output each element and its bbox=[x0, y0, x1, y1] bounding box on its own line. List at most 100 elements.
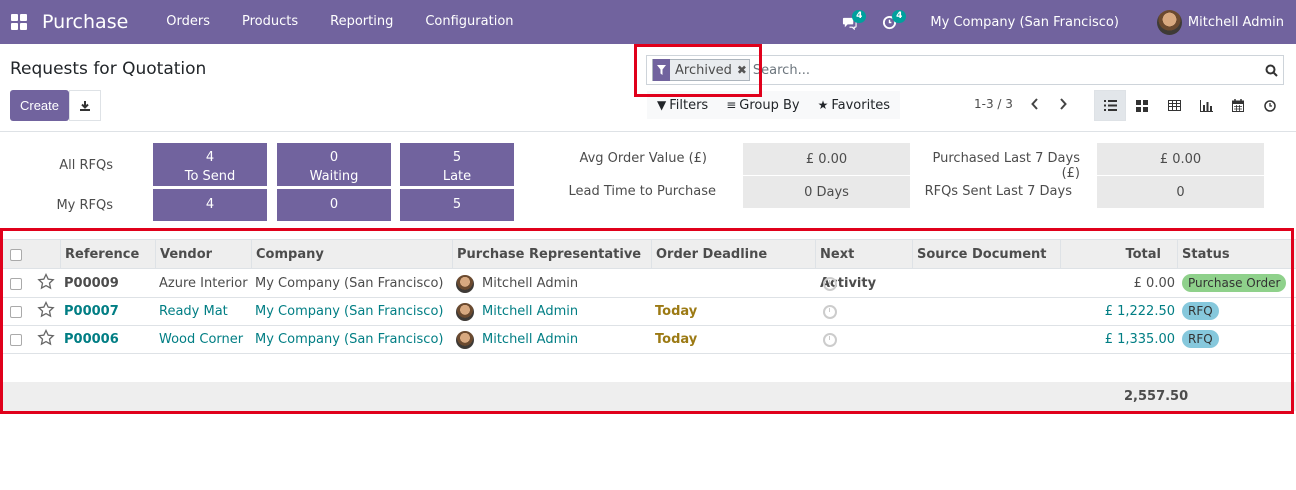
column-vendor[interactable]: Vendor bbox=[155, 240, 252, 269]
column-reference[interactable]: Reference bbox=[60, 240, 156, 269]
search-bar: Archived ✖ bbox=[646, 55, 1284, 85]
representative-name: Mitchell Admin bbox=[482, 276, 579, 291]
rfq-dashboard: All RFQs My RFQs 4 To Send 0 Waiting 5 L… bbox=[0, 132, 1296, 228]
cell-total: £ 1,335.00 bbox=[1104, 332, 1175, 347]
download-icon bbox=[80, 100, 90, 111]
download-button[interactable] bbox=[69, 90, 101, 121]
control-panel: Requests for Quotation Create Archived ✖… bbox=[0, 44, 1296, 132]
list-view-icon[interactable] bbox=[1094, 90, 1126, 121]
column-source-document[interactable]: Source Document bbox=[912, 240, 1061, 269]
cell-company: My Company (San Francisco) bbox=[255, 332, 444, 347]
create-button[interactable]: Create bbox=[10, 90, 69, 121]
tile-my-late[interactable]: 5 bbox=[400, 189, 514, 221]
tile-to-send[interactable]: 4 To Send bbox=[153, 143, 267, 186]
footer-total: 2,557.50 bbox=[1124, 389, 1189, 404]
search-facet-archived[interactable]: Archived ✖ bbox=[652, 59, 750, 81]
my-rfqs-label: My RFQs bbox=[56, 198, 113, 213]
avg-order-value: £ 0.00 bbox=[743, 143, 910, 175]
company-switcher[interactable]: My Company (San Francisco) bbox=[930, 15, 1118, 30]
graph-view-icon[interactable] bbox=[1190, 90, 1222, 121]
table-row[interactable]: P00006 Wood Corner My Company (San Franc… bbox=[0, 326, 1296, 354]
avatar bbox=[456, 302, 474, 321]
cell-reference: P00006 bbox=[64, 332, 119, 347]
search-input[interactable] bbox=[752, 62, 1259, 78]
cell-vendor: Wood Corner bbox=[159, 332, 244, 347]
group-by-icon: ≡ bbox=[726, 98, 737, 112]
menu-reporting[interactable]: Reporting bbox=[314, 0, 409, 44]
cell-company: My Company (San Francisco) bbox=[255, 276, 444, 291]
group-by-label: Group By bbox=[739, 97, 800, 113]
tile-count: 4 bbox=[205, 150, 215, 165]
favorites-label: Favorites bbox=[831, 97, 891, 113]
column-next-activity[interactable]: Next Activity bbox=[815, 240, 913, 291]
star-icon[interactable] bbox=[37, 329, 55, 347]
lead-time-label: Lead Time to Purchase bbox=[568, 184, 716, 199]
cell-vendor: Ready Mat bbox=[159, 304, 228, 319]
pivot-view-icon[interactable] bbox=[1158, 90, 1190, 121]
user-avatar bbox=[1156, 9, 1182, 35]
activity-clock-icon[interactable] bbox=[823, 333, 837, 347]
main-menu: Orders Products Reporting Configuration bbox=[150, 0, 529, 44]
avg-order-value-label: Avg Order Value (£) bbox=[579, 151, 707, 166]
representative-name: Mitchell Admin bbox=[482, 304, 579, 319]
purchased-last-7-days-value: £ 0.00 bbox=[1097, 143, 1264, 175]
activities-button[interactable]: 4 bbox=[878, 0, 907, 44]
group-by-dropdown[interactable]: ≡ Group By bbox=[726, 98, 799, 113]
search-icon[interactable] bbox=[1259, 56, 1283, 84]
kanban-view-icon[interactable] bbox=[1126, 90, 1158, 121]
cell-representative: Mitchell Admin bbox=[452, 270, 578, 298]
pager-value[interactable]: 1-3 / 3 bbox=[974, 97, 1013, 111]
avatar bbox=[456, 330, 474, 349]
cell-source-document bbox=[912, 298, 916, 326]
star-icon[interactable] bbox=[37, 273, 55, 291]
table-row[interactable]: P00009 Azure Interior My Company (San Fr… bbox=[0, 270, 1296, 298]
cell-order-deadline: Today bbox=[655, 304, 698, 319]
pager-next-icon[interactable] bbox=[1055, 96, 1071, 112]
row-checkbox[interactable] bbox=[10, 306, 22, 318]
tile-label: Late bbox=[442, 169, 472, 184]
menu-products[interactable]: Products bbox=[226, 0, 314, 44]
messages-button[interactable]: 4 bbox=[838, 0, 867, 44]
column-status[interactable]: Status bbox=[1177, 240, 1296, 269]
favorites-dropdown[interactable]: ★ Favorites bbox=[818, 98, 891, 113]
user-name: Mitchell Admin bbox=[1187, 14, 1284, 30]
activity-view-icon[interactable] bbox=[1254, 90, 1286, 121]
cell-order-deadline bbox=[651, 270, 655, 298]
activity-clock-icon[interactable] bbox=[823, 277, 837, 291]
star-icon[interactable] bbox=[37, 301, 55, 319]
app-name[interactable]: Purchase bbox=[42, 11, 128, 33]
facet-label: Archived bbox=[675, 62, 732, 78]
tile-label: Waiting bbox=[309, 169, 359, 184]
column-total[interactable]: Total bbox=[1060, 240, 1178, 269]
menu-configuration[interactable]: Configuration bbox=[409, 0, 529, 44]
rfqs-sent-last-7-days-label: RFQs Sent Last 7 Days bbox=[924, 184, 1072, 199]
tile-late[interactable]: 5 Late bbox=[400, 143, 514, 186]
tile-waiting[interactable]: 0 Waiting bbox=[277, 143, 391, 186]
tile-my-to-send[interactable]: 4 bbox=[153, 189, 267, 221]
search-options: ▼ Filters ≡ Group By ★ Favorites bbox=[647, 91, 901, 119]
activity-clock-icon[interactable] bbox=[823, 305, 837, 319]
calendar-view-icon[interactable] bbox=[1222, 90, 1254, 121]
menu-orders[interactable]: Orders bbox=[150, 0, 226, 44]
pager-previous-icon[interactable] bbox=[1027, 96, 1043, 112]
column-company[interactable]: Company bbox=[251, 240, 453, 269]
column-purchase-representative[interactable]: Purchase Representative bbox=[452, 240, 652, 269]
select-all-checkbox[interactable] bbox=[10, 249, 22, 261]
column-order-deadline[interactable]: Order Deadline bbox=[651, 240, 816, 269]
apps-menu-icon[interactable] bbox=[11, 14, 27, 30]
filters-dropdown[interactable]: ▼ Filters bbox=[657, 98, 708, 113]
messages-badge: 4 bbox=[852, 10, 867, 23]
purchased-last-7-days-label: Purchased Last 7 Days (£) bbox=[932, 151, 1080, 181]
table-row[interactable]: P00007 Ready Mat My Company (San Francis… bbox=[0, 298, 1296, 326]
row-checkbox[interactable] bbox=[10, 334, 22, 346]
rfqs-sent-last-7-days-value: 0 bbox=[1097, 176, 1264, 208]
all-rfqs-label: All RFQs bbox=[59, 158, 113, 173]
row-checkbox[interactable] bbox=[10, 278, 22, 290]
favorites-star-icon: ★ bbox=[817, 98, 829, 112]
cell-reference: P00009 bbox=[64, 276, 119, 291]
facet-remove-icon[interactable]: ✖ bbox=[735, 63, 749, 77]
user-menu[interactable]: Mitchell Admin bbox=[1156, 9, 1284, 35]
cell-company: My Company (San Francisco) bbox=[255, 304, 444, 319]
tile-my-waiting[interactable]: 0 bbox=[277, 189, 391, 221]
top-navbar: Purchase Orders Products Reporting Confi… bbox=[0, 0, 1296, 44]
